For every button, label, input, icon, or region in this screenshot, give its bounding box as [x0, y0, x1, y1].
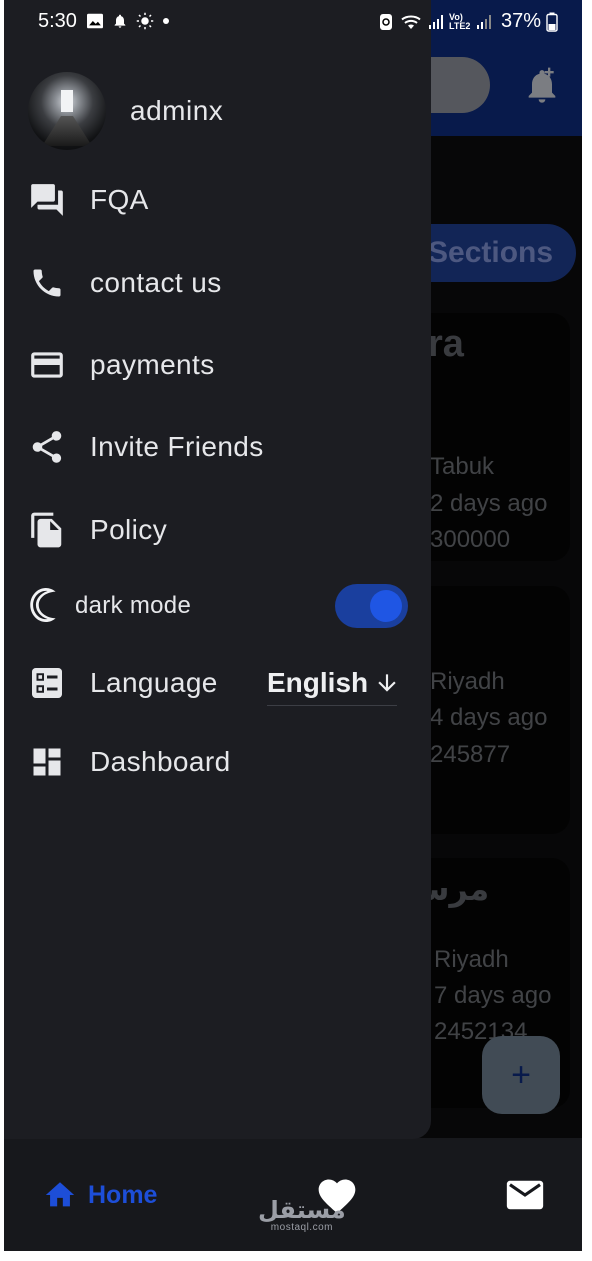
language-label: Language [90, 667, 218, 698]
watermark-logo-text: مستقل [258, 1196, 346, 1224]
status-system-icons: Vo) LTE2 37% [378, 10, 558, 33]
dark-mode-toggle[interactable] [335, 584, 408, 628]
menu-item-label: Invite Friends [90, 431, 264, 462]
forum-icon [28, 181, 66, 219]
arrow-down-icon [374, 670, 400, 696]
data-saver-icon [380, 13, 392, 30]
language-selected-value: English [267, 666, 369, 698]
credit-card-icon [28, 346, 66, 384]
menu-item-label: Dashboard [90, 746, 231, 777]
language-row: Language [28, 658, 218, 708]
dark-mode-row: dark mode [26, 582, 410, 630]
status-time: 5:30 [38, 10, 77, 32]
dark-mode-label: dark mode [75, 592, 192, 619]
signal-icon-2 [477, 14, 491, 29]
menu-item-label: FQA [90, 184, 149, 215]
phone-screen: ssories Sections ra Tabuk 2 days ago 300… [4, 0, 582, 1251]
wifi-icon [401, 15, 421, 29]
language-dropdown[interactable]: English [267, 660, 397, 706]
status-bar: 5:30 Vo) LTE2 37% [4, 0, 582, 42]
nav-home-label: Home [88, 1180, 158, 1209]
profile-header[interactable]: adminx [28, 72, 223, 150]
menu-item-fqa[interactable]: FQA [28, 175, 149, 225]
nav-messages-tab[interactable] [506, 1180, 544, 1210]
navigation-drawer: adminx FQA contact us payments Invite Fr [4, 0, 431, 1139]
file-copy-icon [28, 511, 66, 549]
watermark: مستقل mostaql.com [258, 1198, 346, 1234]
share-icon [28, 428, 66, 466]
language-list-icon [28, 664, 66, 702]
phone-icon [28, 264, 66, 302]
bell-icon [114, 14, 126, 28]
dashboard-icon [28, 743, 66, 781]
battery-percent: 37% [501, 10, 542, 32]
avatar [28, 72, 106, 150]
bottom-navigation: Home مستقل mostaql.com [4, 1138, 582, 1251]
status-notification-icons [86, 12, 170, 30]
menu-item-payments[interactable]: payments [28, 340, 215, 390]
gallery-icon [87, 13, 103, 29]
menu-item-label: payments [90, 349, 215, 380]
mail-icon [506, 1180, 544, 1210]
brightness-icon [136, 12, 154, 30]
menu-item-label: contact us [90, 267, 222, 298]
signal-icon [429, 14, 443, 29]
profile-name: adminx [130, 95, 224, 126]
network-type-label: Vo) LTE2 [449, 11, 471, 31]
menu-item-invite-friends[interactable]: Invite Friends [28, 422, 264, 472]
battery-icon [546, 12, 558, 32]
menu-item-contact-us[interactable]: contact us [28, 258, 222, 308]
watermark-url: mostaql.com [270, 1222, 333, 1233]
more-notifications-dot-icon [163, 18, 169, 24]
home-icon [45, 1182, 75, 1207]
toggle-knob [370, 590, 402, 622]
menu-item-dashboard[interactable]: Dashboard [28, 737, 231, 787]
menu-item-policy[interactable]: Policy [28, 505, 167, 555]
nav-home-tab[interactable]: Home [42, 1178, 157, 1212]
moon-icon [26, 585, 60, 625]
menu-item-label: Policy [90, 514, 168, 545]
